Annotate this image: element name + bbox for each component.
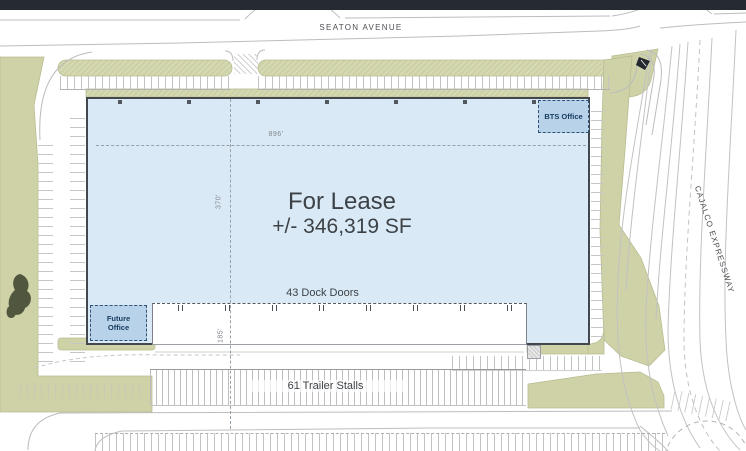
parking-row-southwest xyxy=(20,383,146,399)
dimension-line-depth xyxy=(230,99,231,429)
dimension-truck-court-label: 185' xyxy=(218,320,225,352)
future-office-box: Future Office xyxy=(90,305,147,341)
parking-row-top-east xyxy=(258,76,610,90)
bts-office-label: BTS Office xyxy=(544,112,582,121)
dock-apron xyxy=(152,303,527,345)
parking-row-west-inner xyxy=(70,112,85,362)
dock-door-markers xyxy=(157,305,522,311)
dock-doors-label: 43 Dock Doors xyxy=(250,287,395,299)
entrance-crosswalk xyxy=(234,54,258,74)
roof-tick-marks xyxy=(118,100,558,104)
site-plan: BTS Office Future Office 896' 370' 185' … xyxy=(0,0,746,451)
for-lease-title: For Lease xyxy=(192,188,492,216)
window-top-bar xyxy=(0,0,746,10)
parking-row-east xyxy=(591,105,604,337)
parking-row-bottom-road xyxy=(95,433,665,451)
roundabout xyxy=(664,421,746,451)
bts-office-box: BTS Office xyxy=(538,100,589,133)
dimension-line-width xyxy=(96,145,586,146)
trailer-stalls-label: 61 Trailer Stalls xyxy=(248,380,403,392)
future-office-label-line2: Office xyxy=(108,323,129,332)
parking-row-top-west xyxy=(60,76,230,90)
utility-pad xyxy=(527,345,541,359)
future-office-label-line1: Future xyxy=(107,314,130,323)
dimension-width-label: 896' xyxy=(250,131,302,138)
seaton-avenue-label: SEATON AVENUE xyxy=(296,23,426,32)
lease-size-label: +/- 346,319 SF xyxy=(192,215,492,239)
parking-row-west-outer xyxy=(38,140,53,362)
